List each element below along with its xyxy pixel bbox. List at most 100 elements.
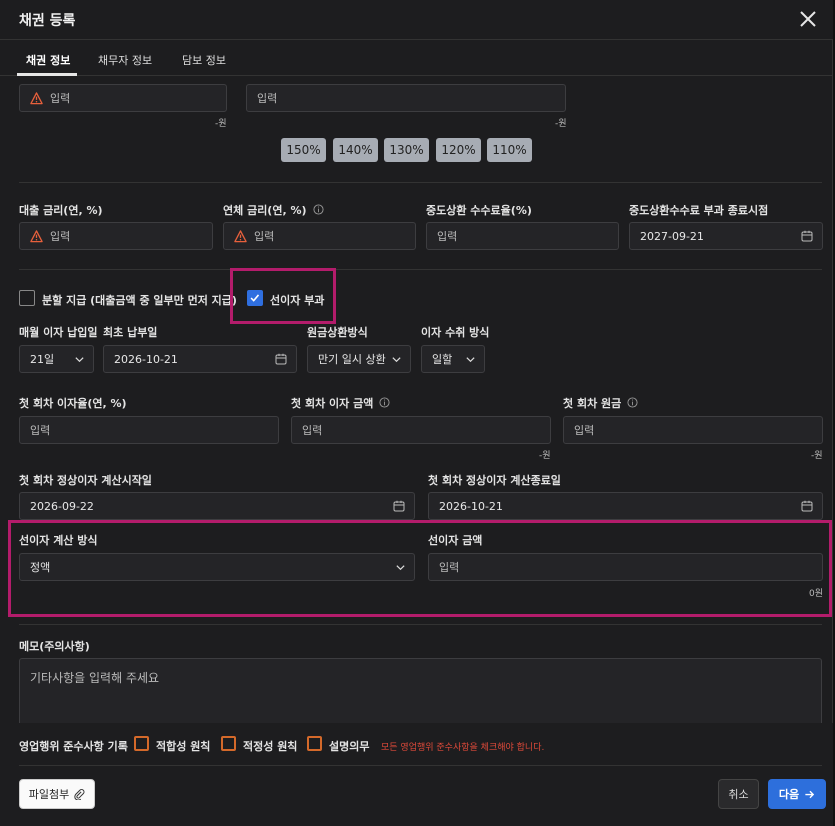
interest-collect-value: 일할 bbox=[432, 353, 453, 366]
calc-end-date-input[interactable]: 2026-10-21 bbox=[428, 492, 823, 520]
memo-placeholder: 기타사항을 입력해 주세요 bbox=[30, 671, 160, 685]
calendar-icon[interactable] bbox=[393, 500, 405, 512]
first-pay-label: 최초 납부일 bbox=[103, 326, 158, 339]
next-label: 다음 bbox=[778, 788, 800, 801]
memo-label: 메모(주의사항) bbox=[19, 640, 90, 653]
close-icon[interactable] bbox=[795, 6, 821, 32]
first-rate-label: 첫 회차 이자율(연, %) bbox=[19, 397, 127, 410]
amount-input-1-placeholder: 입력 bbox=[50, 92, 71, 105]
first-interest-label: 첫 회차 이자 금액 bbox=[291, 395, 390, 411]
repay-method-label: 원금상환방식 bbox=[307, 326, 368, 339]
tab-bar: 채권 정보 채무자 정보 담보 정보 bbox=[0, 40, 833, 76]
amount-input-2-placeholder: 입력 bbox=[257, 92, 278, 105]
overdue-rate-placeholder: 입력 bbox=[254, 230, 275, 243]
info-icon[interactable] bbox=[379, 397, 390, 408]
highlight-box-prepaid-checkbox bbox=[230, 268, 336, 324]
tab-collateral-info[interactable]: 담보 정보 bbox=[182, 52, 226, 68]
first-interest-placeholder: 입력 bbox=[302, 424, 323, 437]
calc-start-date-value: 2026-09-22 bbox=[30, 499, 94, 513]
first-pay-date-value: 2026-10-21 bbox=[114, 352, 178, 366]
divider bbox=[19, 182, 822, 183]
divider bbox=[19, 269, 822, 270]
loan-rate-placeholder: 입력 bbox=[50, 230, 71, 243]
suitability-checkbox[interactable] bbox=[134, 736, 149, 751]
interest-collect-label: 이자 수취 방식 bbox=[421, 326, 490, 339]
memo-textarea[interactable]: 기타사항을 입력해 주세요 bbox=[19, 658, 822, 728]
overdue-rate-input[interactable]: 입력 bbox=[223, 222, 416, 250]
calc-start-date-input[interactable]: 2026-09-22 bbox=[19, 492, 415, 520]
chevron-down-icon bbox=[466, 357, 475, 363]
ratio-pill-120[interactable]: 120% bbox=[436, 138, 481, 162]
first-rate-placeholder: 입력 bbox=[30, 424, 51, 437]
cancel-button[interactable]: 취소 bbox=[718, 779, 759, 809]
prepay-end-date-value: 2027-09-21 bbox=[640, 229, 704, 243]
attach-file-button[interactable]: 파일첨부 bbox=[19, 779, 95, 809]
chevron-down-icon bbox=[392, 357, 401, 363]
repay-method-select[interactable]: 만기 일시 상환 bbox=[307, 345, 411, 373]
footer: 영업행위 준수사항 기록 적합성 원칙 적정성 원칙 설명의무 모든 영업행위 … bbox=[0, 723, 833, 826]
calendar-icon[interactable] bbox=[801, 230, 813, 242]
calc-end-date-value: 2026-10-21 bbox=[439, 499, 503, 513]
split-payment-checkbox[interactable] bbox=[19, 290, 35, 306]
attach-file-label: 파일첨부 bbox=[28, 788, 70, 801]
first-principal-label: 첫 회차 원금 bbox=[563, 395, 638, 411]
info-icon[interactable] bbox=[627, 397, 638, 408]
first-principal-input[interactable]: 입력 bbox=[563, 416, 823, 444]
amount-input-2-unit: -원 bbox=[555, 119, 567, 129]
appropriateness-label: 적정성 원칙 bbox=[243, 740, 298, 753]
suitability-label: 적합성 원칙 bbox=[156, 740, 211, 753]
monthly-day-label: 매월 이자 납입일 bbox=[19, 326, 98, 339]
modal-title: 채권 등록 bbox=[19, 13, 76, 29]
warning-icon bbox=[30, 229, 43, 242]
prepay-fee-label: 중도상환 수수료율(%) bbox=[426, 204, 532, 217]
tab-debtor-info[interactable]: 채무자 정보 bbox=[98, 52, 152, 68]
warning-icon bbox=[30, 91, 43, 104]
ratio-pill-110[interactable]: 110% bbox=[487, 138, 532, 162]
paperclip-icon bbox=[74, 789, 85, 800]
explanation-duty-checkbox[interactable] bbox=[307, 736, 322, 751]
calc-end-label: 첫 회차 정상이자 계산종료일 bbox=[428, 474, 561, 487]
explanation-duty-label: 설명의무 bbox=[329, 740, 370, 753]
prepay-end-label: 중도상환수수료 부과 종료시점 bbox=[629, 204, 769, 217]
monthly-day-value: 21일 bbox=[30, 353, 55, 366]
chevron-down-icon bbox=[75, 357, 84, 363]
first-principal-unit: -원 bbox=[811, 451, 823, 461]
tab-bond-info[interactable]: 채권 정보 bbox=[26, 52, 70, 68]
calendar-icon[interactable] bbox=[275, 353, 287, 365]
prepay-fee-placeholder: 입력 bbox=[437, 230, 458, 243]
appropriateness-checkbox[interactable] bbox=[221, 736, 236, 751]
monthly-day-select[interactable]: 21일 bbox=[19, 345, 94, 373]
compliance-warning: 모든 영업행위 준수사항을 체크해야 합니다. bbox=[381, 743, 545, 753]
divider bbox=[19, 765, 822, 766]
first-pay-date-input[interactable]: 2026-10-21 bbox=[103, 345, 297, 373]
ratio-pill-130[interactable]: 130% bbox=[384, 138, 429, 162]
calendar-icon[interactable] bbox=[801, 500, 813, 512]
amount-input-1[interactable]: 입력 bbox=[19, 84, 227, 112]
amount-input-2[interactable]: 입력 bbox=[246, 84, 566, 112]
interest-collect-select[interactable]: 일할 bbox=[421, 345, 485, 373]
loan-rate-label: 대출 금리(연, %) bbox=[19, 204, 103, 217]
compliance-label: 영업행위 준수사항 기록 bbox=[19, 740, 128, 753]
amount-input-1-unit: -원 bbox=[215, 119, 227, 129]
prepay-end-date-input[interactable]: 2027-09-21 bbox=[629, 222, 823, 250]
loan-rate-input[interactable]: 입력 bbox=[19, 222, 213, 250]
first-rate-input[interactable]: 입력 bbox=[19, 416, 279, 444]
first-interest-input[interactable]: 입력 bbox=[291, 416, 551, 444]
divider bbox=[19, 624, 822, 625]
calc-start-label: 첫 회차 정상이자 계산시작일 bbox=[19, 474, 152, 487]
split-payment-label: 분할 지급 (대출금액 중 일부만 먼저 지급) bbox=[42, 294, 237, 307]
prepay-fee-input[interactable]: 입력 bbox=[426, 222, 619, 250]
ratio-pill-150[interactable]: 150% bbox=[281, 138, 326, 162]
arrow-right-icon bbox=[805, 790, 815, 798]
modal-header: 채권 등록 bbox=[0, 0, 833, 40]
first-interest-unit: -원 bbox=[539, 451, 551, 461]
bond-registration-modal: 채권 등록 채권 정보 채무자 정보 담보 정보 입력 -원 입력 -원 150… bbox=[0, 0, 833, 826]
active-tab-indicator bbox=[17, 73, 77, 76]
info-icon[interactable] bbox=[312, 204, 324, 215]
warning-icon bbox=[234, 229, 247, 242]
ratio-pill-140[interactable]: 140% bbox=[333, 138, 378, 162]
highlight-box-prepaid-section bbox=[8, 520, 832, 617]
overdue-rate-label: 연체 금리(연, %) bbox=[223, 202, 324, 218]
first-principal-placeholder: 입력 bbox=[574, 424, 595, 437]
next-button[interactable]: 다음 bbox=[768, 779, 826, 809]
